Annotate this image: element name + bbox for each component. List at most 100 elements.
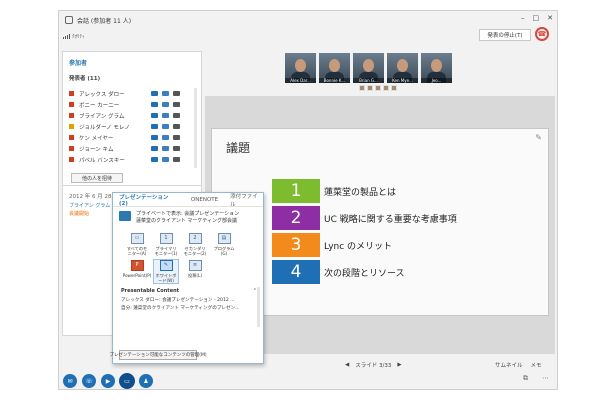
manage-presentable-content-button[interactable]: プレゼンテーション可能なコンテンツの管理(M) [109,350,207,360]
video-tile[interactable]: Brian G... [353,53,384,83]
video-tile[interactable]: Ken Mye... [387,53,418,83]
video-status-icon [173,157,180,162]
audio-status-icon [162,135,169,140]
participant-name: ジョルダーノ モレノ [79,124,130,131]
participant-thumbnails [359,85,397,91]
agenda-item: 3 Lync のメリット [272,233,468,257]
tab-attachments[interactable]: 添付ファイル [230,192,263,208]
tab-presentations[interactable]: プレゼンテーション (2) [119,193,179,207]
video-tile[interactable]: Alex Dar... [285,53,316,83]
share-option[interactable]: P PowerPoint(P) [123,260,151,283]
thumbnail[interactable] [383,85,389,91]
notes-button[interactable]: メモ [531,361,542,369]
participant-row[interactable]: ジョーン キム [69,143,197,154]
pen-icon[interactable]: ✎ [535,133,542,142]
im-status-icon [151,146,158,151]
share-option[interactable]: ≡ 投票(L) [183,260,207,283]
participant-row[interactable]: ケン メイヤー [69,132,197,143]
title-bar: 会話 (参加者 11 人) – □ ✕ [59,11,557,29]
audio-status-icon [162,113,169,118]
presentable-content-item[interactable]: アレックス ダロー: 会議プレゼンテーション - 2012 ... [113,296,263,304]
presence-status-icon [69,113,74,118]
thumbnail[interactable] [367,85,373,91]
hang-up-button[interactable]: ☎ [535,27,549,41]
close-button[interactable]: ✕ [547,14,553,22]
share-option-label: プライマリ モニター(1) [154,246,178,256]
im-status-icon [151,124,158,129]
participant-scrollbar[interactable] [194,88,197,168]
video-status-icon [173,146,180,151]
share-option-icon: 1 [159,233,173,244]
agenda-text: UC 戦略に関する重要な考慮事項 [324,214,457,225]
presence-status-icon [69,91,74,96]
participant-row[interactable]: パベル バンスキー [69,154,197,165]
participant-name: ジョーン キム [79,146,114,153]
presentable-content-item[interactable]: 自分: 蓮菜堂のクライアント マーケティングのプレゼン... [113,304,263,312]
share-option[interactable]: ✎ ホワイトボード(W) [153,259,179,284]
stop-presenting-label: 発表の停止(T) [487,33,523,39]
people-icon: ♟ [143,377,149,385]
share-option-icon: ≡ [188,260,202,271]
person-head [397,59,408,72]
im-status-icon [151,113,158,118]
participants-title: 参加者 [69,60,88,67]
agenda-number: 2 [272,206,320,230]
layout-icon[interactable]: ⧉ [523,374,528,383]
phone-icon: ☏ [85,377,93,385]
participant-name: ブライアン グラム [79,113,125,120]
conversation-controls: ✉ ☏ ▶ ▭ ♟ [59,371,557,389]
person-head [431,59,442,72]
agenda-text: 蓮菜堂の製品とは [324,187,397,198]
participant-name: アレックス ダロー [79,91,125,98]
share-option-label: セカンダリ モニター(2) [183,246,207,256]
audio-status-icon [162,146,169,151]
minimize-button[interactable]: – [521,14,525,22]
im-button[interactable]: ✉ [63,374,77,388]
agenda-number: 1 [272,179,320,203]
share-option-icon: ▤ [217,233,231,244]
participant-row[interactable]: ボニー カーニー [69,99,197,110]
window-title: 会話 (参加者 11 人) [77,17,132,25]
stop-presenting-button[interactable]: 発表の停止(T) [479,29,531,41]
share-option[interactable]: 1 プライマリ モニター(1) [154,233,178,256]
share-option[interactable]: ▭ すべてのモニター(A) [125,233,149,256]
more-options-icon[interactable]: ⋯ [542,374,549,383]
share-options-row1: ▭ すべてのモニター(A) 1 プライマリ モニター(1) 2 セカンダリ モニター(2)… [113,229,263,256]
participant-row[interactable]: ジョルダーノ モレノ [69,121,197,132]
share-option-icon: ✎ [159,260,173,271]
private-view-line1: プライベートで表示: 会議プレゼンテーション [136,211,240,217]
maximize-button[interactable]: □ [533,14,540,22]
invite-more-people-button[interactable]: 他の人を招待 [71,173,123,183]
previous-slide-button[interactable]: ◀ [345,362,349,368]
thumbnail[interactable] [375,85,381,91]
call-button[interactable]: ☏ [82,374,96,388]
audio-status-icon [162,157,169,162]
presence-status-icon [69,157,74,162]
share-option[interactable]: ▤ プログラム(G) [212,233,236,256]
video-name: Brian G... [353,78,384,83]
thumbnails-button[interactable]: サムネイル [495,361,523,369]
presenters-group-label[interactable]: 発表者 (11) [69,74,201,82]
thumbnail[interactable] [359,85,365,91]
presentable-content-list: アレックス ダロー: 会議プレゼンテーション - 2012 ... 自分: 蓮菜堂… [113,296,263,312]
participant-name: ボニー カーニー [79,102,120,109]
chat-bubble-icon: ✉ [67,377,73,385]
video-tile[interactable]: Jeo... [421,53,452,83]
share-option-icon: P [130,260,144,271]
video-tile[interactable]: Bonnie K... [319,53,350,83]
thumbnail[interactable] [391,85,397,91]
participants-button[interactable]: ♟ [139,374,153,388]
participant-row[interactable]: ブライアン グラム [69,110,197,121]
participants-panel: 参加者 発表者 (11) アレックス ダロー ボニー カーニー ブライアン グラムジ… [62,51,202,186]
audio-status-icon [162,124,169,129]
popup-scrollbar[interactable] [257,287,260,327]
private-view-item[interactable]: プライベートで表示: 会議プレゼンテーション 蓮菜堂のクライアント マーケティン… [113,207,263,229]
video-button[interactable]: ▶ [101,374,115,388]
tab-onenote[interactable]: ONENOTE [191,197,218,203]
next-slide-button[interactable]: ▶ [397,362,401,368]
present-button[interactable]: ▭ [120,374,134,388]
video-status-icon [173,102,180,107]
share-option[interactable]: 2 セカンダリ モニター(2) [183,233,207,256]
agenda-number: 3 [272,233,320,257]
participant-row[interactable]: アレックス ダロー [69,88,197,99]
